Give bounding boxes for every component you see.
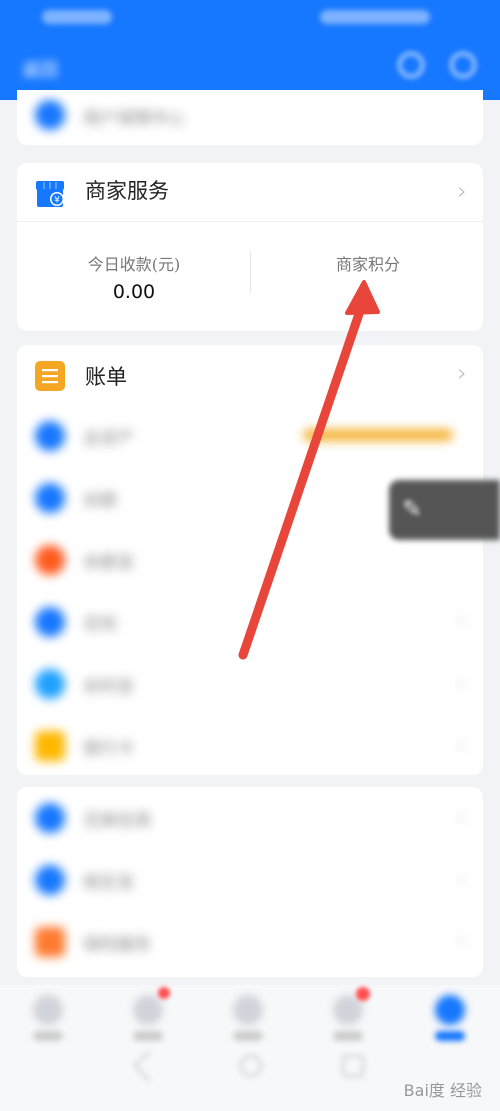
nav-recents-icon[interactable] (342, 1055, 364, 1077)
notification-badge (158, 987, 170, 999)
tab-mine-icon[interactable] (435, 995, 465, 1025)
tab-wealth-icon[interactable] (133, 995, 163, 1025)
tab-label (435, 1031, 465, 1041)
tab-label (33, 1031, 63, 1041)
notification-badge (356, 987, 370, 1001)
annotation-arrow (238, 280, 380, 660)
tab-label (133, 1031, 163, 1041)
tab-video-icon[interactable] (233, 995, 263, 1025)
tab-home-icon[interactable] (33, 995, 63, 1025)
nav-back-icon[interactable] (133, 1050, 165, 1082)
tab-label (233, 1031, 263, 1041)
bottom-tab-bar: Bai度 经验 (0, 985, 500, 1111)
nav-home-icon[interactable] (240, 1055, 262, 1077)
watermark: Bai度 经验 (403, 1081, 482, 1100)
tab-label (333, 1031, 363, 1041)
